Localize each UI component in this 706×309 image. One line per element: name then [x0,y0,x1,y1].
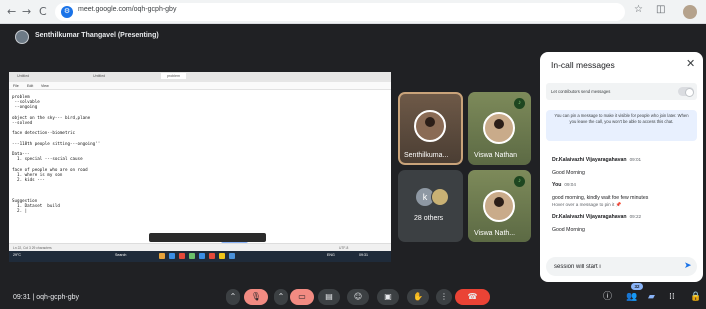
participant-name: Senthilkuma... [404,152,449,159]
browser-toolbar: ← → C ⚙ meet.google.com/oqh-gcph-gby ☆ ◫ [0,0,706,24]
chat-message[interactable]: You 09:04 good morning, kindly wait foe f… [552,173,692,208]
meeting-details-icon[interactable]: ⓘ [603,292,612,302]
weather-text: 29°C [13,253,22,257]
notepad-content: problem --solvable --ongoing object on t… [12,94,101,214]
meeting-controls-bar: 09:31 | oqh-gcph-gby ⌃ 🎙 ⌃ ▭ ▤ ☺ ▣ ✋ ⋮ ☎… [0,286,706,309]
back-icon[interactable]: ← [7,4,16,20]
app-icon [159,253,165,259]
message-sender: You [552,182,562,188]
notepad-tab: Untitled [93,74,106,78]
chat-message[interactable]: Dr.Kalaivazhi Vijayaragahavan 09:22 Good … [552,205,692,234]
more-options-icon[interactable]: ⋮ [436,289,452,305]
participant-tile-viswa-2[interactable]: ♪ Viswa Nath... [468,170,531,242]
menu-file: File [13,84,19,88]
message-sender: Dr.Kalaivazhi Vijayaragahavan [552,214,627,220]
participant-avatar [431,188,449,206]
pin-info-note: You can pin a message to make it visible… [546,110,697,141]
mic-active-icon: ♪ [514,176,525,187]
camera-off-icon[interactable]: ▭ [290,289,314,305]
emoji-icon[interactable]: ☺ [347,289,369,305]
present-screen-icon[interactable]: ▣ [377,289,399,305]
participant-tile-senthil[interactable]: Senthilkuma... [398,92,463,165]
app-icon [229,253,235,259]
reload-icon[interactable]: C [39,4,47,20]
participant-avatar [483,112,515,144]
app-icon [199,253,205,259]
url-text: meet.google.com/oqh-gcph-gby [78,6,177,13]
star-icon[interactable]: ☆ [634,4,643,15]
audio-options-chevron-icon[interactable]: ⌃ [226,289,240,305]
message-text: good morning, kindly wait foe few minute… [552,195,649,201]
host-controls-icon[interactable]: 🔒 [690,292,701,302]
notepad-tab: Untitled [17,74,30,78]
app-icon [219,253,225,259]
menu-view: View [41,84,49,88]
toggle-label: Let contributors send messages [551,89,611,94]
message-text: Good Morning [552,227,585,233]
status-position: Ln 22, Col 3 29 characters [13,246,52,250]
notepad-status-bar: Ln 22, Col 3 29 characters UTF-8 [9,243,391,251]
message-time: 09:04 [564,182,576,187]
message-sender: Dr.Kalaivazhi Vijayaragahavan [552,157,627,163]
taskbar-clock: 09:31 [359,253,368,257]
app-icon [169,253,175,259]
chat-input-container: ➤ [546,257,697,276]
windows-taskbar: 29°C Search ENG 09:31 [9,251,391,262]
notepad-tabs: Untitled Untitled problem [9,72,391,82]
close-icon[interactable]: ✕ [686,57,695,70]
participant-name: Viswa Nathan [474,152,518,159]
notepad-tab-active: problem [161,73,186,79]
site-info-icon[interactable]: ⚙ [61,6,73,18]
app-icon [179,253,185,259]
notepad-menu: File Edit View [9,82,391,90]
shared-screen: Untitled Untitled problem File Edit View… [9,72,391,262]
forward-icon[interactable]: → [22,4,31,20]
address-bar[interactable]: ⚙ meet.google.com/oqh-gcph-gby [55,3,625,21]
taskbar-search: Search [115,253,127,257]
chat-panel: In-call messages ✕ Let contributors send… [540,52,703,282]
leave-call-button[interactable]: ☎ [455,289,490,305]
others-count: 28 others [414,215,444,222]
participant-avatar [483,190,515,222]
meeting-time-code: 09:31 | oqh-gcph-gby [13,294,80,301]
others-avatars: k [416,188,456,208]
send-icon[interactable]: ➤ [684,261,692,272]
people-icon[interactable]: 👥 [626,292,637,302]
taskbar-language: ENG [327,253,335,257]
sharing-banner: meet.google.com is sharing your screen S… [149,233,267,249]
status-encoding: UTF-8 [339,246,349,250]
message-time: 09:01 [629,157,642,162]
presenter-label: Senthilkumar Thangavel (Presenting) [35,32,159,39]
contributors-toggle[interactable] [678,87,694,97]
microphone-off-icon[interactable]: 🎙 [244,289,268,305]
participant-tile-others[interactable]: k 28 others [398,170,463,242]
profile-avatar[interactable] [683,5,697,19]
video-options-chevron-icon[interactable]: ⌃ [274,289,288,305]
chat-title: In-call messages [551,60,615,70]
chat-input[interactable] [554,261,674,272]
menu-edit: Edit [27,84,34,88]
participant-tile-viswa[interactable]: ♪ Viswa Nathan [468,92,531,165]
meet-header: Senthilkumar Thangavel (Presenting) [0,26,706,48]
raise-hand-icon[interactable]: ✋ [407,289,429,305]
participant-name: Viswa Nath... [474,230,516,237]
app-icon [189,253,195,259]
app-icon [209,253,215,259]
extensions-icon[interactable]: ◫ [656,4,665,15]
activities-icon[interactable]: ⁞⁞ [669,292,675,302]
participant-count-badge: 32 [631,283,643,290]
message-time: 09:22 [629,214,642,219]
contributors-toggle-row: Let contributors send messages [546,83,697,100]
captions-icon[interactable]: ▤ [318,289,340,305]
mic-active-icon: ♪ [514,98,525,109]
presenter-avatar [15,30,29,44]
chat-icon[interactable]: ▰ [648,292,655,302]
